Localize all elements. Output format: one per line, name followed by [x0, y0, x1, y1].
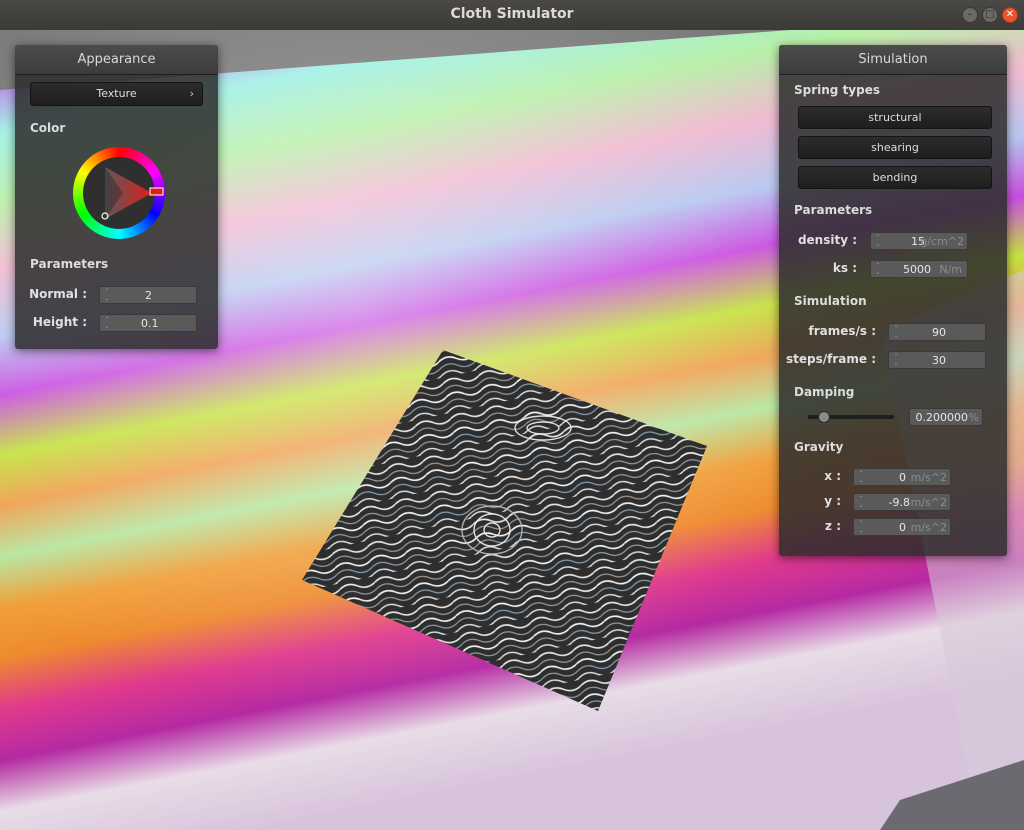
appearance-panel: Appearance Texture › Color Parameters No…: [15, 45, 218, 349]
simulation-section-label: Simulation: [794, 294, 867, 308]
damping-value: 0.200000: [915, 411, 969, 424]
close-button[interactable]: ✕: [1002, 7, 1018, 23]
chevron-right-icon: ›: [189, 87, 194, 100]
minimize-icon: –: [967, 9, 973, 20]
normal-label: Normal :: [29, 287, 87, 301]
gravity-z-value: 0: [899, 521, 906, 534]
steps-label: steps/frame :: [786, 352, 876, 366]
window-title: Cloth Simulator: [450, 6, 574, 22]
frames-label: frames/s :: [808, 324, 876, 338]
minimize-button[interactable]: –: [962, 7, 978, 23]
damping-slider-handle[interactable]: [818, 411, 830, 423]
simulation-panel-title: Simulation: [779, 45, 1007, 75]
density-label: density :: [797, 233, 857, 247]
ks-unit: N/m: [939, 263, 962, 276]
damping-input[interactable]: 0.200000 %: [909, 408, 983, 426]
title-bar: Cloth Simulator – □ ✕: [0, 0, 1024, 31]
density-unit: g/cm^2: [920, 235, 964, 248]
density-input[interactable]: ⌃ ⌄ 15 g/cm^2: [870, 232, 968, 250]
gravity-z-label: z :: [825, 519, 841, 533]
simulation-panel: Simulation Spring types structural shear…: [779, 45, 1007, 556]
texture-button-label: Texture: [96, 87, 137, 100]
viewport-3d[interactable]: Appearance Texture › Color Parameters No…: [0, 30, 1024, 830]
bending-button[interactable]: bending: [798, 166, 992, 189]
normal-value: 2: [145, 289, 152, 302]
frames-value: 90: [932, 326, 946, 339]
gravity-x-label: x :: [824, 469, 841, 483]
spinner-icon[interactable]: ⌃ ⌄: [857, 470, 865, 484]
damping-label: Damping: [794, 385, 855, 399]
spinner-icon[interactable]: ⌃ ⌄: [103, 316, 111, 330]
height-input[interactable]: ⌃ ⌄ 0.1: [99, 314, 197, 332]
appearance-parameters-label: Parameters: [30, 257, 109, 271]
normal-input[interactable]: ⌃ ⌄ 2: [99, 286, 197, 304]
height-label: Height :: [32, 315, 87, 329]
damping-slider[interactable]: [808, 411, 894, 423]
gravity-y-unit: m/s^2: [910, 496, 947, 509]
ks-label: ks :: [832, 261, 857, 275]
spinner-icon[interactable]: ⌃ ⌄: [103, 288, 111, 302]
gravity-y-input[interactable]: ⌃ ⌄ -9.8 m/s^2: [853, 493, 951, 511]
spinner-icon[interactable]: ⌃ ⌄: [857, 495, 865, 509]
steps-value: 30: [932, 354, 946, 367]
hue-handle[interactable]: [149, 187, 164, 196]
gravity-x-value: 0: [899, 471, 906, 484]
gravity-z-unit: m/s^2: [910, 521, 947, 534]
ks-value: 5000: [903, 263, 931, 276]
close-icon: ✕: [1005, 9, 1015, 20]
simulation-parameters-label: Parameters: [794, 203, 873, 217]
gravity-x-input[interactable]: ⌃ ⌄ 0 m/s^2: [853, 468, 951, 486]
gravity-y-value: -9.8: [888, 496, 910, 509]
gravity-y-label: y :: [824, 494, 841, 508]
frames-input[interactable]: ⌃ ⌄ 90: [888, 323, 986, 341]
height-value: 0.1: [141, 317, 159, 330]
damping-unit: %: [968, 411, 979, 424]
ks-input[interactable]: ⌃ ⌄ 5000 N/m: [870, 260, 968, 278]
texture-button[interactable]: Texture ›: [30, 82, 203, 106]
structural-button[interactable]: structural: [798, 106, 992, 129]
spinner-icon[interactable]: ⌃ ⌄: [892, 353, 900, 367]
spinner-icon[interactable]: ⌃ ⌄: [874, 262, 882, 276]
gravity-z-input[interactable]: ⌃ ⌄ 0 m/s^2: [853, 518, 951, 536]
maximize-icon: □: [985, 9, 995, 20]
maximize-button[interactable]: □: [982, 7, 998, 23]
spring-types-label: Spring types: [794, 83, 881, 97]
color-label: Color: [30, 121, 66, 135]
gravity-x-unit: m/s^2: [910, 471, 947, 484]
spinner-icon[interactable]: ⌃ ⌄: [874, 234, 882, 248]
appearance-panel-title: Appearance: [15, 45, 218, 75]
color-triangle[interactable]: [73, 147, 165, 239]
steps-input[interactable]: ⌃ ⌄ 30: [888, 351, 986, 369]
shearing-button[interactable]: shearing: [798, 136, 992, 159]
color-wheel[interactable]: [73, 147, 165, 239]
spinner-icon[interactable]: ⌃ ⌄: [857, 520, 865, 534]
spinner-icon[interactable]: ⌃ ⌄: [892, 325, 900, 339]
gravity-label: Gravity: [794, 440, 844, 454]
